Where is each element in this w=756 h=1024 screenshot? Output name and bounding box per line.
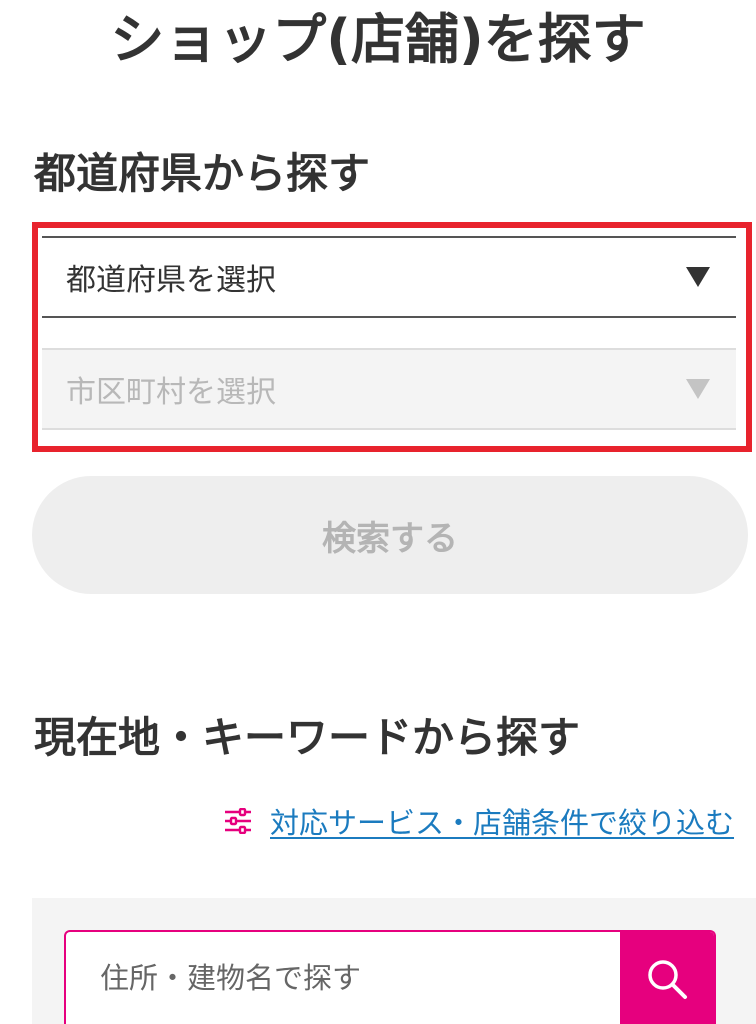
prefecture-select[interactable]: 都道府県を選択	[42, 236, 736, 318]
search-submit-button[interactable]	[620, 932, 714, 1024]
store-search-page: ショップ(店舗)を探す 都道府県から探す 都道府県を選択 市区町村を選択 検索す…	[0, 0, 756, 1024]
prefecture-select-value: 都道府県を選択	[66, 263, 276, 298]
city-select-value: 市区町村を選択	[66, 375, 276, 410]
filter-link[interactable]: 対応サービス・店舗条件で絞り込む	[224, 800, 734, 842]
address-search-input[interactable]	[66, 932, 620, 1024]
keyword-section-title: 現在地・キーワードから探す	[34, 713, 581, 762]
search-button[interactable]: 検索する	[32, 476, 748, 594]
sliders-icon	[225, 808, 251, 834]
filter-link-label: 対応サービス・店舗条件で絞り込む	[270, 806, 735, 840]
page-title: ショップ(店舗)を探す	[110, 8, 646, 71]
prefecture-section-title: 都道府県から探す	[34, 149, 371, 198]
triangle-down-icon	[686, 267, 710, 287]
keyword-search-box	[64, 930, 716, 1024]
city-select[interactable]: 市区町村を選択	[42, 348, 736, 430]
triangle-down-icon	[686, 379, 710, 399]
magnifier-icon	[648, 960, 687, 999]
